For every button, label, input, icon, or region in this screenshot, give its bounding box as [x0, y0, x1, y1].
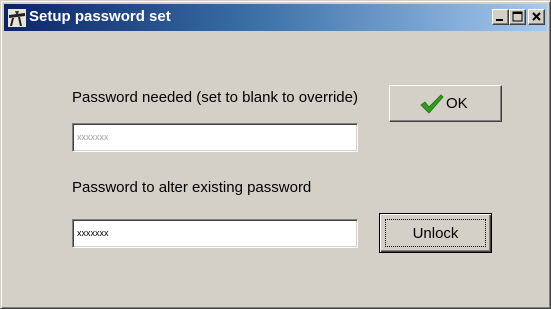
checkmark-icon	[420, 94, 444, 114]
maximize-button[interactable]	[509, 9, 526, 25]
window-title: Setup password set	[29, 8, 171, 25]
password-needed-field[interactable]: xxxxxxx	[72, 123, 358, 152]
setup-password-dialog: Setup password set Password needed (set …	[0, 0, 551, 309]
ok-button-label: OK	[446, 95, 468, 112]
title-bar[interactable]: Setup password set	[4, 4, 547, 31]
alter-password-label: Password to alter existing password	[72, 179, 312, 196]
maximize-icon	[512, 11, 523, 22]
unlock-button[interactable]: Unlock	[379, 213, 492, 253]
tools-icon[interactable]	[8, 9, 26, 27]
minimize-button[interactable]	[492, 9, 509, 25]
password-needed-label: Password needed (set to blank to overrid…	[72, 89, 358, 106]
close-icon	[532, 12, 541, 21]
minimize-icon	[496, 19, 503, 21]
unlock-button-label: Unlock	[412, 225, 459, 242]
close-button[interactable]	[528, 9, 545, 25]
ok-button[interactable]: OK	[389, 85, 502, 122]
alter-password-field[interactable]: xxxxxxx	[72, 219, 358, 248]
